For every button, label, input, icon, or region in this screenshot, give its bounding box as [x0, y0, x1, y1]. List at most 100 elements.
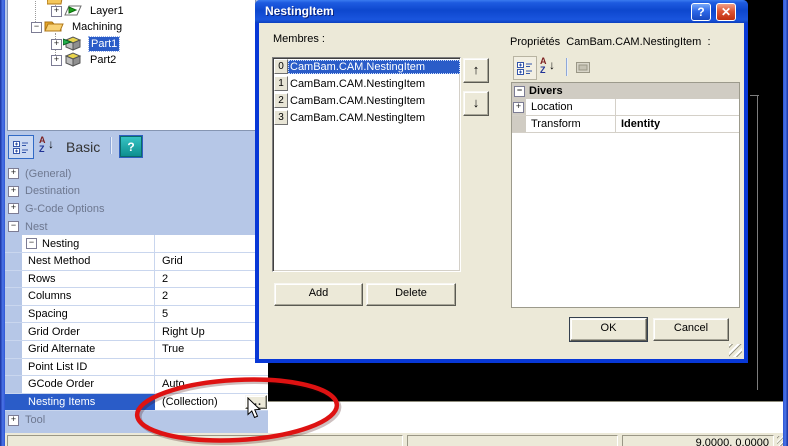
machining-property-grid: +(General)+Destination+G-Code Options−Ne…: [5, 165, 268, 429]
alphabetical-sort-button[interactable]: A Z ↓: [538, 56, 560, 78]
part-cube-icon: [63, 51, 82, 67]
property-value[interactable]: (Collection)...: [155, 394, 268, 411]
expand-box[interactable]: +: [8, 168, 19, 179]
property-name: Location: [526, 99, 616, 115]
tree-item-layer1[interactable]: Layer1: [90, 4, 124, 18]
tree-expand-box[interactable]: +: [51, 39, 62, 50]
category-label: Nest: [25, 221, 48, 233]
categorized-view-button[interactable]: [513, 56, 537, 80]
property-pages-icon: [575, 61, 591, 74]
cancel-button[interactable]: Cancel: [653, 318, 729, 341]
list-item[interactable]: 1CamBam.CAM.NestingItem: [273, 75, 460, 92]
row-indent: [5, 359, 22, 376]
property-value[interactable]: True: [155, 341, 268, 358]
member-index-chip[interactable]: 3: [274, 110, 288, 125]
expand-box[interactable]: +: [8, 203, 19, 214]
collection-ellipsis-button[interactable]: ...: [245, 395, 267, 410]
dialog-title: NestingItem: [265, 4, 334, 18]
add-button[interactable]: Add: [274, 283, 363, 306]
property-value[interactable]: [155, 235, 268, 252]
alphabetical-sort-button[interactable]: A Z ↓: [36, 136, 60, 156]
property-name: Nest Method: [22, 253, 155, 270]
list-item[interactable]: 0CamBam.CAM.NestingItem: [273, 58, 460, 75]
close-icon[interactable]: ✕: [716, 3, 736, 21]
move-down-button[interactable]: ↓: [463, 91, 489, 116]
categorized-icon: [517, 61, 533, 75]
expand-box[interactable]: −: [8, 221, 19, 232]
dialog-help-button[interactable]: ?: [691, 3, 711, 21]
property-value[interactable]: [155, 359, 268, 376]
property-row[interactable]: Grid AlternateTrue: [5, 341, 268, 359]
expand-box[interactable]: +: [8, 186, 19, 197]
property-row[interactable]: Nest MethodGrid: [5, 253, 268, 271]
expand-box[interactable]: +: [8, 415, 19, 426]
expand-box[interactable]: −: [514, 86, 525, 97]
tree-expand-box[interactable]: −: [31, 22, 42, 33]
property-row[interactable]: Nesting Items(Collection)...: [5, 394, 268, 412]
dialog-client-area: Membres : 0CamBam.CAM.NestingItem1CamBam…: [259, 23, 744, 359]
dialog-resize-grip[interactable]: [729, 344, 742, 357]
property-row[interactable]: Point List ID: [5, 359, 268, 377]
list-item[interactable]: 3CamBam.CAM.NestingItem: [273, 109, 460, 126]
row-indent: [5, 394, 22, 411]
status-panel: [407, 435, 618, 446]
ok-button[interactable]: OK: [570, 318, 647, 341]
category-row[interactable]: + (General): [5, 165, 268, 183]
property-name: Spacing: [22, 306, 155, 323]
members-listbox[interactable]: 0CamBam.CAM.NestingItem1CamBam.CAM.Nesti…: [272, 57, 461, 272]
property-row[interactable]: Spacing5: [5, 306, 268, 324]
az-sort-icon: A Z ↓: [38, 136, 58, 156]
move-up-button[interactable]: ↑: [463, 58, 489, 83]
property-name: Nesting Items: [22, 394, 155, 411]
category-row[interactable]: +Destination: [5, 183, 268, 201]
property-row[interactable]: TransformIdentity: [512, 116, 739, 133]
open-folder-icon: [44, 18, 64, 33]
member-index-chip[interactable]: 1: [274, 76, 288, 91]
property-value[interactable]: Auto: [155, 376, 268, 393]
expand-box[interactable]: −: [26, 238, 37, 249]
basic-mode-toggle[interactable]: Basic: [66, 139, 100, 155]
dialog-property-grid[interactable]: −Divers+LocationTransformIdentity: [511, 82, 740, 308]
dialog-titlebar[interactable]: NestingItem ? ✕: [255, 0, 748, 23]
row-indent: [5, 376, 22, 393]
property-row[interactable]: GCode OrderAuto: [5, 376, 268, 394]
row-indent: [5, 253, 22, 270]
help-button[interactable]: ?: [120, 136, 142, 157]
member-label: CamBam.CAM.NestingItem: [288, 94, 460, 108]
tree-item-part1[interactable]: Part1: [89, 37, 119, 51]
property-row[interactable]: −Nesting: [5, 235, 268, 253]
category-label: (General): [25, 168, 71, 180]
property-name: Rows: [22, 271, 155, 288]
tree-expand-box[interactable]: +: [51, 55, 62, 66]
tree-item-part2[interactable]: Part2: [90, 53, 116, 67]
property-name: −Nesting: [22, 235, 155, 252]
category-row[interactable]: −Nest: [5, 218, 268, 236]
property-value[interactable]: Right Up: [155, 323, 268, 340]
member-index-chip[interactable]: 0: [274, 59, 288, 74]
tree-expand-box[interactable]: +: [51, 6, 62, 17]
category-row[interactable]: +Tool: [5, 411, 268, 429]
property-value[interactable]: Grid: [155, 253, 268, 270]
expand-box[interactable]: +: [513, 102, 524, 113]
category-row[interactable]: −Divers: [512, 83, 739, 99]
nestingitem-dialog: NestingItem ? ✕ Membres : 0CamBam.CAM.Ne…: [255, 0, 748, 363]
property-row[interactable]: +Location: [512, 99, 739, 116]
object-treeview[interactable]: + Layer1 − Machining + Part1: [7, 0, 256, 131]
app-screen: + Layer1 − Machining + Part1: [0, 0, 788, 446]
property-value[interactable]: 5: [155, 306, 268, 323]
property-row[interactable]: Rows2: [5, 271, 268, 289]
category-label: G-Code Options: [25, 203, 104, 215]
property-value[interactable]: 2: [155, 288, 268, 305]
property-value[interactable]: Identity: [616, 118, 739, 130]
member-index-chip[interactable]: 2: [274, 93, 288, 108]
row-indent: [5, 306, 22, 323]
category-row[interactable]: + G-Code Options: [5, 200, 268, 218]
tree-item-machining[interactable]: Machining: [72, 20, 122, 34]
categorized-view-button[interactable]: [8, 135, 34, 159]
property-row[interactable]: Grid OrderRight Up: [5, 323, 268, 341]
property-pages-button-disabled: [572, 56, 594, 78]
list-item[interactable]: 2CamBam.CAM.NestingItem: [273, 92, 460, 109]
property-row[interactable]: Columns2: [5, 288, 268, 306]
delete-button[interactable]: Delete: [366, 283, 456, 306]
property-value[interactable]: 2: [155, 271, 268, 288]
